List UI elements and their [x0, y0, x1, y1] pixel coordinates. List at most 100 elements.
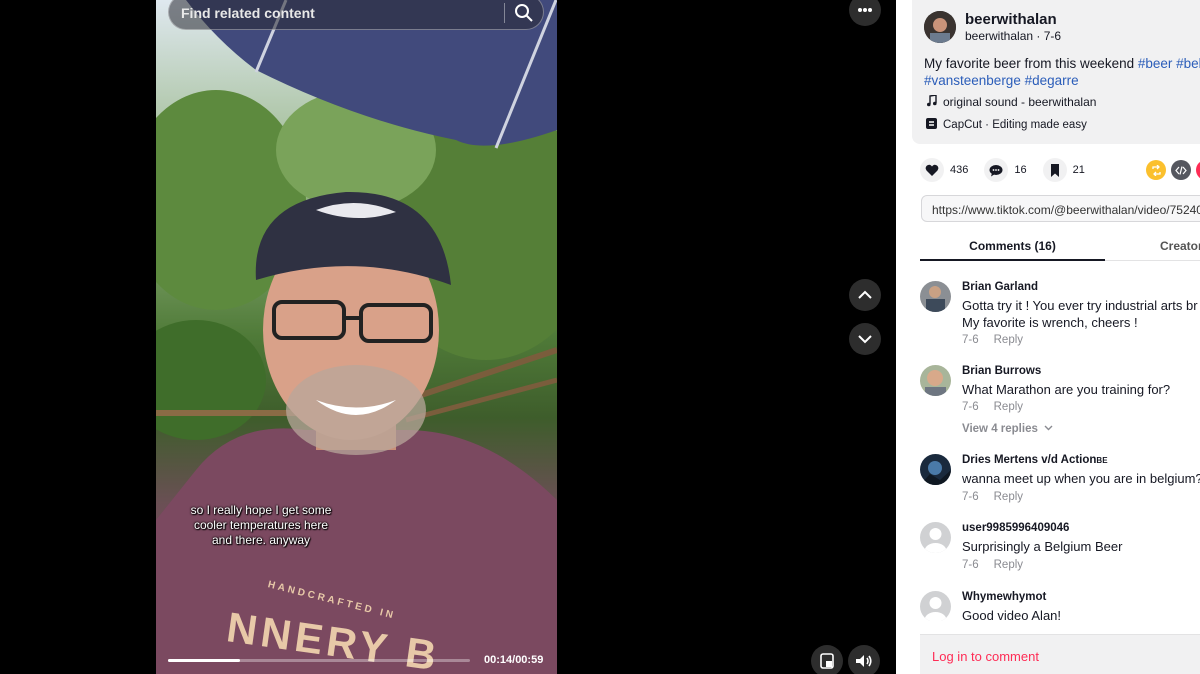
copy-link-field[interactable]: https://www.tiktok.com/@beerwithalan/vid…	[921, 195, 1200, 222]
commenter-name[interactable]: Brian Burrows	[962, 365, 1041, 377]
share-icon[interactable]	[1196, 160, 1200, 180]
comment-icon	[984, 158, 1009, 182]
video-description: My favorite beer from this weekend #beer…	[924, 55, 1200, 89]
search-input[interactable]: Find related content	[181, 5, 315, 21]
comment-text: What Marathon are you training for?	[962, 381, 1170, 398]
comment-text-line: My favorite is wrench, cheers !	[962, 315, 1138, 330]
comment-text: Surprisingly a Belgium Beer	[962, 538, 1122, 555]
default-avatar-icon	[920, 522, 951, 553]
comment-meta: 7-6 Reply	[962, 401, 1023, 413]
comment-text-line: What Marathon are you training for?	[962, 382, 1171, 397]
country-badge: BE	[1096, 456, 1108, 465]
tab-comments[interactable]: Comments (16)	[920, 233, 1105, 261]
comment-count: 16	[1014, 164, 1027, 176]
comment-item: Brian Burrows What Marathon are you trai…	[920, 365, 1200, 440]
comment-item: Whymewhymot Good video Alan!	[920, 591, 1200, 621]
heart-icon	[920, 158, 944, 182]
comment-item: user9985996409046 Surprisingly a Belgium…	[920, 522, 1200, 577]
search-bar[interactable]: Find related content	[168, 0, 544, 30]
capcut-label: CapCut · Editing made easy	[943, 119, 1087, 131]
video-progress-bar[interactable]	[168, 659, 470, 662]
caption-line: and there. anyway	[211, 533, 311, 547]
details-panel: beerwithalan beerwithalan · 7-6 My favor…	[896, 0, 1200, 674]
comment-button[interactable]: 16	[984, 158, 1027, 182]
hashtag-link[interactable]: #degarre	[1025, 73, 1079, 88]
tab-creator-videos[interactable]: Creator	[1160, 239, 1200, 253]
bookmark-icon	[1042, 158, 1067, 182]
video-progress-fill	[168, 659, 240, 662]
comment-text-line: Good video Alan!	[962, 608, 1062, 621]
floating-player-button[interactable]	[811, 645, 843, 674]
next-video-button[interactable]	[849, 323, 881, 355]
comment-date: 7-6	[962, 559, 979, 571]
music-label: original sound - beerwithalan	[943, 95, 1097, 109]
commenter-avatar[interactable]	[920, 591, 951, 621]
music-note-icon	[927, 95, 937, 107]
commenter-avatar[interactable]	[920, 454, 951, 485]
reply-button[interactable]: Reply	[994, 559, 1023, 571]
chevron-down-icon	[1044, 425, 1053, 431]
author-card: beerwithalan beerwithalan · 7-6 My favor…	[912, 0, 1200, 144]
video-caption: so I really hope I get some cooler tempe…	[186, 503, 336, 548]
chevron-up-icon	[858, 290, 872, 299]
login-to-comment-bar[interactable]: Log in to comment	[920, 634, 1200, 674]
comment-text-line: wanna meet up when you are in belgium?	[962, 471, 1200, 486]
volume-button[interactable]	[848, 645, 880, 674]
hashtag-link[interactable]: #beer	[1138, 56, 1173, 71]
commenter-avatar[interactable]	[920, 281, 951, 312]
comment-date: 7-6	[962, 491, 979, 503]
caption-line: cooler temperatures here	[193, 518, 329, 532]
comment-text-line: Surprisingly a Belgium Beer	[962, 539, 1123, 554]
commenter-name[interactable]: Brian Garland	[962, 281, 1038, 293]
more-options-button[interactable]	[849, 0, 881, 26]
music-link[interactable]: original sound - beerwithalan	[926, 95, 1096, 109]
video-player[interactable]: Find related content so I really hope I …	[156, 0, 557, 674]
commenter-avatar[interactable]	[920, 365, 951, 396]
engagement-stats: 436 16 21	[920, 158, 1101, 182]
embed-icon[interactable]	[1171, 160, 1191, 180]
author-subline: beerwithalan · 7-6	[965, 29, 1062, 43]
chevron-down-icon	[858, 335, 872, 344]
floating-player-icon	[820, 653, 834, 669]
view-replies-button[interactable]: View 4 replies	[962, 423, 1053, 435]
commenter-name[interactable]: Whymewhymot	[962, 591, 1046, 603]
description-text: My favorite beer from this weekend	[924, 56, 1138, 71]
commenter-name[interactable]: user9985996409046	[962, 522, 1069, 534]
view-replies-label: View 4 replies	[962, 423, 1038, 435]
hashtag-link[interactable]: #vansteenberge	[924, 73, 1021, 88]
comment-date: 7-6	[962, 334, 979, 346]
capcut-icon	[926, 118, 937, 129]
author-avatar[interactable]	[924, 11, 956, 43]
like-count: 436	[950, 164, 969, 176]
caption-line: so I really hope I get some	[190, 503, 332, 517]
reply-button[interactable]: Reply	[994, 491, 1023, 503]
comment-text: Gotta try it ! You ever try industrial a…	[962, 297, 1198, 331]
comment-meta: 7-6 Reply	[962, 559, 1023, 571]
volume-icon	[856, 655, 872, 667]
reply-button[interactable]: Reply	[994, 401, 1023, 413]
login-to-comment-link[interactable]: Log in to comment	[932, 649, 1039, 664]
repost-icon[interactable]	[1146, 160, 1166, 180]
capcut-link[interactable]: CapCut · Editing made easy	[926, 118, 1087, 131]
commenter-avatar[interactable]	[920, 522, 951, 553]
comment-meta: 7-6 Reply	[962, 491, 1023, 503]
hashtag-link[interactable]: #belg	[1176, 56, 1200, 71]
search-icon[interactable]	[512, 1, 536, 25]
reply-button[interactable]: Reply	[994, 334, 1023, 346]
comment-meta: 7-6 Reply	[962, 334, 1023, 346]
like-button[interactable]: 436	[920, 158, 968, 182]
video-time: 00:14/00:59	[484, 654, 544, 666]
comment-text: Good video Alan!	[962, 607, 1061, 621]
previous-video-button[interactable]	[849, 279, 881, 311]
video-link-text: https://www.tiktok.com/@beerwithalan/vid…	[932, 203, 1200, 217]
default-avatar-icon	[920, 591, 951, 621]
save-button[interactable]: 21	[1042, 158, 1085, 182]
save-count: 21	[1072, 164, 1085, 176]
author-username[interactable]: beerwithalan	[965, 11, 1057, 28]
more-icon	[858, 8, 872, 12]
search-divider	[504, 3, 505, 23]
comment-item: Brian Garland Gotta try it ! You ever tr…	[920, 281, 1200, 351]
comment-text-line: Gotta try it ! You ever try industrial a…	[962, 298, 1198, 313]
commenter-name[interactable]: Dries Mertens v/d ActionBE	[962, 454, 1108, 466]
comment-item: Dries Mertens v/d ActionBE wanna meet up…	[920, 454, 1200, 509]
